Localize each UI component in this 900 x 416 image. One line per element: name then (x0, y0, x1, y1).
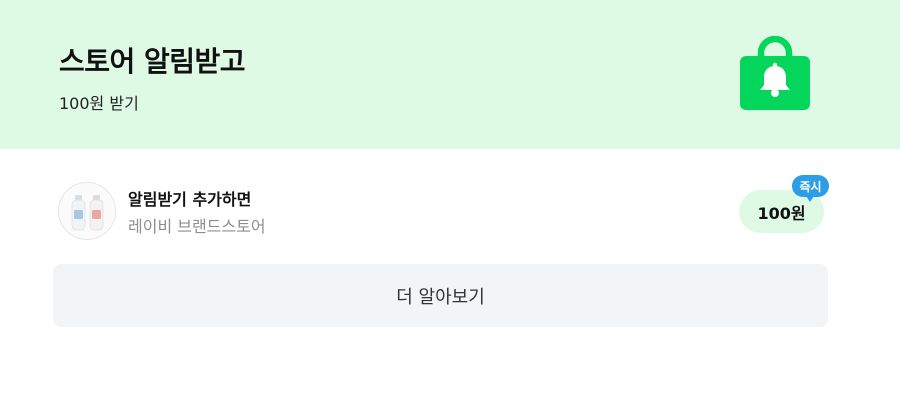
product-bottles-image (71, 195, 104, 231)
store-thumbnail (58, 182, 116, 240)
shopping-bag-bell-icon (740, 36, 810, 110)
learn-more-button[interactable]: 더 알아보기 (53, 264, 828, 327)
instant-badge: 즉시 (792, 175, 829, 202)
store-name: 레이비 브랜드스토어 (128, 217, 266, 236)
store-offer-row[interactable]: 알림받기 추가하면 레이비 브랜드스토어 100원 즉시 (0, 149, 900, 259)
offer-title: 알림받기 추가하면 (128, 190, 252, 209)
store-notification-banner: 스토어 알림받고 100원 받기 (0, 0, 900, 149)
banner-title: 스토어 알림받고 (59, 45, 246, 78)
banner-subtitle: 100원 받기 (59, 94, 139, 113)
